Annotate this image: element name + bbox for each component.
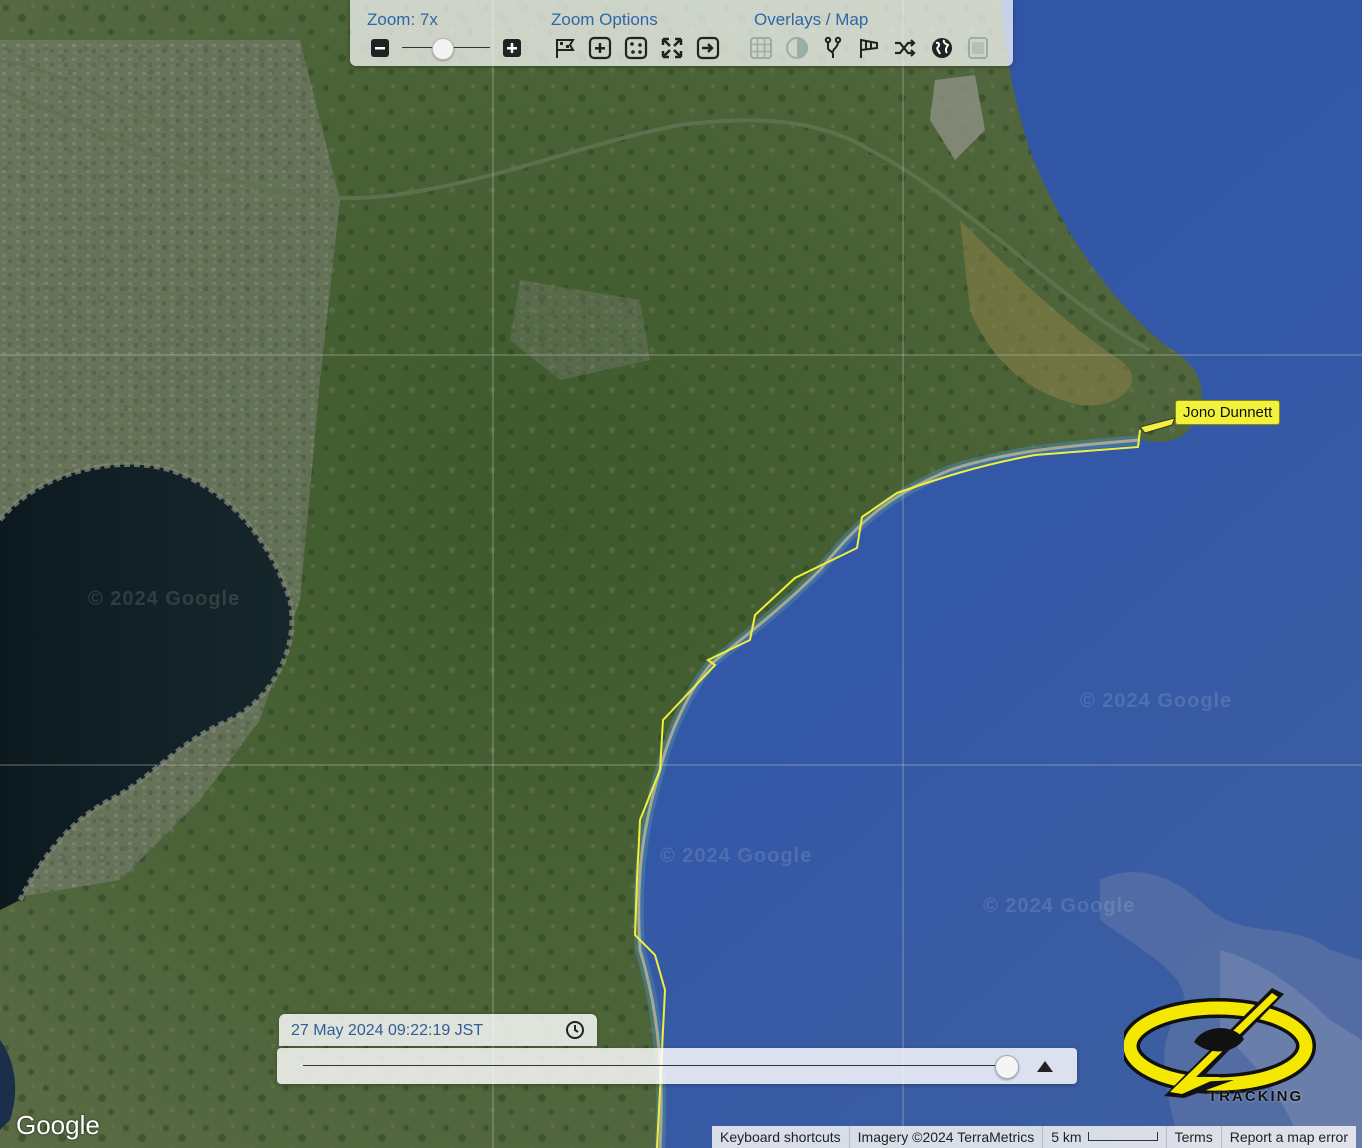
- zoom-slider-thumb[interactable]: [431, 38, 454, 60]
- time-slider-panel: [277, 1048, 1077, 1084]
- flags-icon: [556, 39, 575, 58]
- scale-label: 5 km: [1051, 1129, 1082, 1145]
- time-display-tab: 27 May 2024 09:22:19 JST: [279, 1014, 597, 1046]
- globe-icon: [932, 38, 952, 58]
- tracks-button[interactable]: [821, 36, 845, 60]
- keyboard-shortcuts-link[interactable]: Keyboard shortcuts: [712, 1126, 849, 1148]
- zoom-options-heading: Zoom Options: [551, 10, 658, 29]
- zoom-slider[interactable]: [402, 38, 490, 60]
- zoom-label: Zoom: 7x: [367, 10, 438, 29]
- grid-toggle-button[interactable]: [749, 36, 773, 60]
- day-night-button[interactable]: [785, 36, 809, 60]
- scale-indicator[interactable]: 5 km: [1042, 1126, 1165, 1148]
- leaderboard-button[interactable]: [553, 36, 577, 60]
- expand-arrows-icon: [661, 37, 683, 59]
- zoom-in-button[interactable]: [500, 36, 524, 60]
- wind-button[interactable]: [857, 36, 881, 60]
- plus-icon: [503, 39, 521, 57]
- triangle-up-icon[interactable]: [1035, 1057, 1055, 1075]
- time-slider-thumb[interactable]: [994, 1055, 1019, 1079]
- follow-button[interactable]: [696, 36, 720, 60]
- plus-square-icon: [588, 36, 612, 60]
- map-controls-panel: Zoom: 7x Zoom Options Overlays / Map: [350, 0, 1013, 66]
- boat-label[interactable]: Jono Dunnett: [1175, 400, 1281, 425]
- time-slider-track[interactable]: [303, 1065, 1013, 1066]
- logo-text: TRACKING: [1208, 1088, 1304, 1105]
- arrow-right-icon: [696, 36, 720, 60]
- scale-bar: [1087, 1131, 1158, 1141]
- globe-button[interactable]: [930, 36, 954, 60]
- grid-icon: [750, 37, 772, 59]
- timestamp-label: 27 May 2024 09:22:19 JST: [291, 1022, 484, 1039]
- layer-icon: [968, 37, 988, 59]
- overlays-heading: Overlays / Map: [754, 10, 869, 29]
- report-map-error-link[interactable]: Report a map error: [1220, 1126, 1356, 1148]
- terms-link[interactable]: Terms: [1165, 1126, 1221, 1148]
- layer-button[interactable]: [966, 36, 990, 60]
- clock-icon[interactable]: [565, 1020, 585, 1040]
- zoom-to-all-button[interactable]: [624, 36, 648, 60]
- windsock-icon: [860, 38, 878, 58]
- google-logo[interactable]: Google: [16, 1110, 100, 1141]
- shuffle-icon: [895, 39, 916, 57]
- satellite-map[interactable]: © 2024 Google © 2024 Google © 2024 Googl…: [0, 0, 1362, 1148]
- zoom-out-button[interactable]: [368, 36, 392, 60]
- imagery-credit: Imagery ©2024 TerraMetrics: [848, 1126, 1043, 1148]
- attribution-bar: Keyboard shortcuts Imagery ©2024 TerraMe…: [712, 1126, 1356, 1148]
- dots-icon: [624, 36, 648, 60]
- map-imagery: [0, 0, 1362, 1148]
- shuffle-button[interactable]: [893, 36, 917, 60]
- fork-icon: [824, 36, 842, 58]
- minus-icon: [371, 39, 389, 57]
- contrast-icon: [786, 37, 808, 59]
- full-extent-button[interactable]: [660, 36, 684, 60]
- zoom-to-boat-button[interactable]: [588, 36, 612, 60]
